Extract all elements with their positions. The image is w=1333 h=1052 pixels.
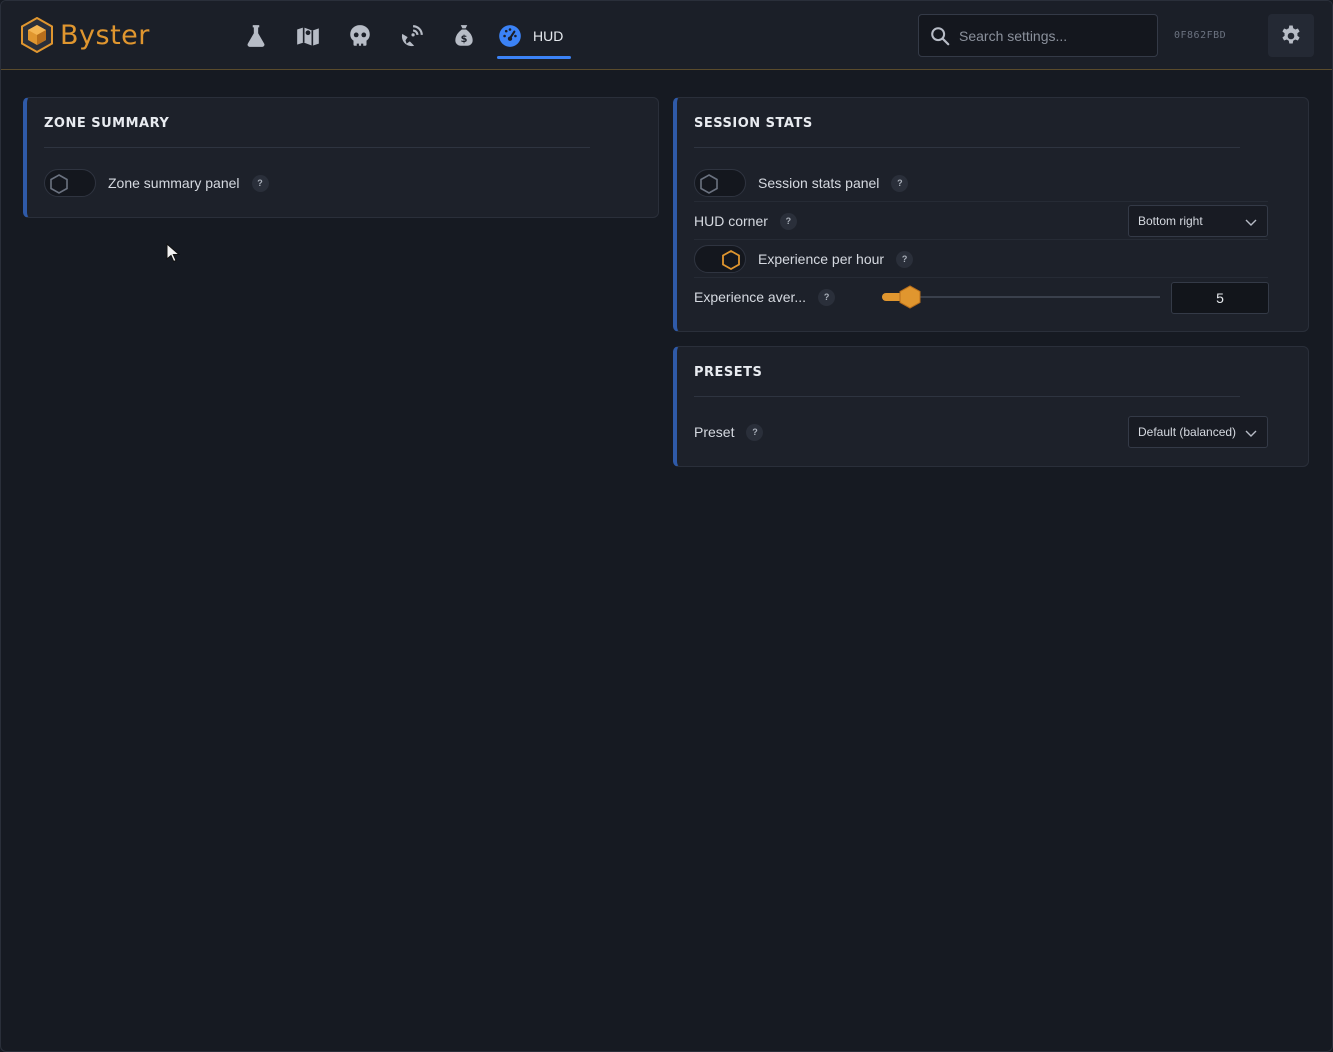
tab-radar[interactable]	[393, 13, 431, 59]
preset-label: Preset	[694, 424, 735, 440]
zone-summary-title: ZONE SUMMARY	[44, 116, 170, 131]
divider	[44, 147, 590, 148]
hud-corner-row: HUD corner ?	[694, 202, 797, 240]
tab-hud[interactable]: HUD	[497, 13, 572, 59]
tab-map[interactable]	[289, 13, 327, 59]
money-bag-icon: $	[455, 25, 473, 46]
hexagon-knob-icon	[722, 249, 740, 271]
map-icon	[297, 27, 319, 46]
session-stats-title: SESSION STATS	[694, 116, 813, 131]
preset-row: Preset ?	[694, 413, 764, 451]
divider	[694, 147, 1240, 148]
help-icon[interactable]: ?	[746, 423, 764, 441]
hud-corner-label: HUD corner	[694, 213, 768, 229]
top-bar: Byster $ HUD Search settings... 0F862FBD	[1, 1, 1332, 70]
chevron-down-icon	[1245, 219, 1257, 226]
zone-summary-toggle-row: Zone summary panel ?	[44, 164, 269, 202]
hud-corner-value: Bottom right	[1138, 214, 1203, 228]
help-icon[interactable]: ?	[896, 250, 914, 268]
help-icon[interactable]: ?	[891, 174, 909, 192]
radar-icon	[401, 25, 423, 47]
presets-title: PRESETS	[694, 365, 763, 380]
session-stats-toggle[interactable]	[694, 169, 746, 197]
presets-panel: PRESETS Preset ? Default (balanced)	[673, 346, 1309, 467]
slider-thumb-icon[interactable]	[898, 285, 922, 309]
xp-average-slider-track[interactable]	[882, 296, 1160, 298]
tab-hud-label: HUD	[533, 28, 564, 44]
xp-average-input[interactable]: 5	[1171, 282, 1269, 314]
search-box	[918, 14, 1158, 57]
main-nav: $ HUD	[237, 13, 585, 59]
session-stats-panel: SESSION STATS Session stats panel ? HUD …	[673, 97, 1309, 332]
hwid-label: 0F862FBD	[1174, 30, 1227, 41]
gauge-icon	[499, 25, 521, 47]
app-name: Byster	[60, 19, 150, 51]
xp-per-hour-row: Experience per hour ?	[694, 240, 914, 278]
search-input[interactable]	[959, 27, 1149, 44]
mouse-cursor-icon	[166, 243, 180, 263]
session-stats-label: Session stats panel	[758, 175, 880, 191]
tab-money-bag[interactable]: $	[445, 13, 483, 59]
divider	[694, 396, 1240, 397]
session-stats-toggle-row: Session stats panel ?	[694, 164, 909, 202]
tab-flask[interactable]	[237, 13, 275, 59]
hud-corner-select[interactable]: Bottom right	[1128, 205, 1268, 237]
help-icon[interactable]: ?	[251, 174, 269, 192]
zone-summary-label: Zone summary panel	[108, 175, 240, 191]
preset-value: Default (balanced)	[1138, 425, 1237, 439]
hexagon-knob-icon	[50, 174, 68, 194]
flask-icon	[247, 25, 265, 47]
search-icon	[931, 26, 950, 45]
xp-per-hour-toggle[interactable]	[694, 245, 746, 273]
byster-logo-icon	[21, 17, 53, 53]
hexagon-knob-icon	[700, 174, 718, 194]
zone-summary-panel: ZONE SUMMARY Zone summary panel ?	[23, 97, 659, 218]
svg-text:$: $	[461, 34, 468, 45]
app-logo: Byster	[20, 17, 150, 53]
preset-select[interactable]: Default (balanced)	[1128, 416, 1268, 448]
chevron-down-icon	[1245, 430, 1257, 437]
xp-average-row: Experience aver... ?	[694, 278, 836, 316]
settings-window: Byster $ HUD Search settings... 0F862FBD…	[0, 0, 1333, 1052]
help-icon[interactable]: ?	[818, 288, 836, 306]
gear-icon	[1282, 25, 1300, 43]
skull-icon	[350, 25, 370, 46]
zone-summary-toggle[interactable]	[44, 169, 96, 197]
help-icon[interactable]: ?	[779, 212, 797, 230]
xp-per-hour-label: Experience per hour	[758, 251, 885, 267]
tab-skull[interactable]	[341, 13, 379, 59]
xp-average-label: Experience aver...	[694, 289, 807, 305]
settings-button[interactable]	[1268, 14, 1314, 57]
